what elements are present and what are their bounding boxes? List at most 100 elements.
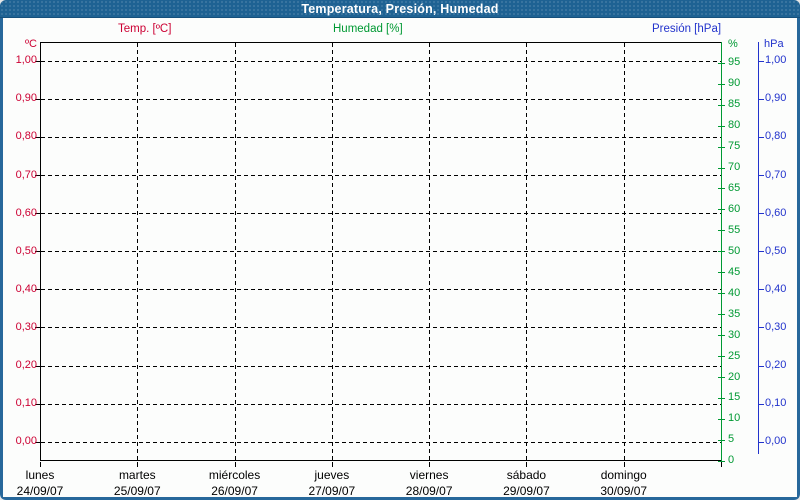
gridline-vertical — [137, 43, 139, 461]
left-axis-tick-label: 0,40 — [15, 282, 37, 295]
pressure-axis-tick-label: 1,00 — [765, 54, 787, 67]
humidity-axis-tick-label: 65 — [728, 181, 741, 194]
pressure-axis-tick — [758, 175, 764, 176]
gridline-vertical — [234, 43, 236, 461]
chart-title: Temperatura, Presión, Humedad — [301, 1, 499, 16]
pressure-axis-tick-label: 0,80 — [765, 130, 787, 143]
humidity-axis-tick-label: 45 — [728, 265, 741, 278]
gridline-horizontal — [41, 403, 721, 405]
x-axis-tick — [720, 462, 722, 467]
humidity-axis-tick-label: 60 — [728, 202, 741, 215]
pressure-axis-tick — [758, 403, 764, 405]
humidity-axis-tick — [718, 125, 725, 127]
pressure-axis-tick-label: 0,10 — [765, 397, 787, 410]
gridline-horizontal — [41, 327, 721, 329]
x-axis-day-label: viernes — [409, 468, 449, 482]
pressure-axis-tick — [758, 136, 764, 138]
title-bar: Temperatura, Presión, Humedad — [0, 0, 800, 18]
humidity-axis-tick-label: 90 — [728, 77, 741, 90]
humidity-axis-tick — [718, 439, 725, 441]
humidity-axis-tick — [718, 209, 725, 211]
gridline-horizontal — [41, 251, 721, 253]
pressure-axis-tick — [758, 327, 764, 329]
humidity-axis-tick-label: 25 — [728, 349, 741, 362]
gridline-vertical — [429, 43, 431, 461]
gridline-vertical — [623, 43, 625, 461]
humidity-axis-tick-label: 55 — [728, 223, 741, 236]
left-axis-tick-label: 0,00 — [15, 435, 37, 448]
pressure-axis-tick-label: 0,60 — [765, 206, 787, 219]
x-axis-tick — [40, 462, 41, 467]
pressure-axis-tick — [758, 365, 764, 367]
x-axis-tick — [331, 462, 333, 467]
humidity-axis-tick-label: 35 — [728, 307, 741, 320]
left-axis-tick-label: 0,20 — [15, 359, 37, 371]
humidity-axis-tick-label: 30 — [728, 328, 741, 341]
gridline-horizontal — [41, 136, 721, 138]
x-axis-day-label: miércoles — [208, 468, 261, 482]
window-border-left — [0, 18, 3, 500]
left-axis-tick-label: 0,30 — [15, 320, 37, 333]
x-axis-date-label: 30/09/07 — [600, 484, 648, 498]
left-axis-unit: ºC — [25, 38, 37, 50]
gridline-horizontal — [41, 441, 721, 443]
left-axis-tick-label: 0,70 — [15, 168, 37, 181]
gridline-horizontal — [41, 60, 721, 62]
gridline-horizontal — [41, 175, 721, 176]
gridline-horizontal — [41, 289, 721, 291]
pressure-axis-tick-label: 0,50 — [765, 244, 787, 257]
humidity-axis-tick-label: 20 — [728, 370, 741, 383]
humidity-axis-tick-label: 40 — [728, 286, 741, 299]
x-axis-date-label: 28/09/07 — [405, 484, 453, 498]
gridline-horizontal — [41, 213, 721, 215]
humidity-axis-tick-label: 50 — [728, 244, 741, 257]
left-axis-tick-label: 0,50 — [15, 244, 37, 257]
pressure-axis-tick — [758, 251, 764, 253]
humidity-axis-tick — [718, 293, 725, 295]
legend-pressure: Presión [hPa] — [652, 23, 722, 35]
humidity-axis-tick-label: 85 — [728, 98, 741, 111]
humidity-axis-tick — [718, 62, 725, 64]
pressure-axis-tick — [758, 98, 764, 100]
humidity-axis-tick — [718, 397, 725, 399]
x-axis-tick — [137, 462, 139, 467]
pressure-axis-tick-label: 0,30 — [765, 320, 787, 333]
humidity-axis-tick — [718, 83, 725, 85]
x-axis-date-label: 26/09/07 — [211, 484, 258, 498]
humidity-axis-tick-label: 70 — [728, 161, 741, 173]
humidity-axis-tick — [718, 314, 725, 316]
humidity-axis-tick — [718, 418, 725, 420]
humidity-axis-tick-label: 75 — [728, 140, 741, 153]
pressure-axis-tick-label: 0,90 — [765, 92, 787, 105]
pressure-axis-tick-label: 0,70 — [765, 168, 787, 181]
pressure-axis-tick — [758, 213, 764, 215]
gridline-horizontal — [41, 365, 721, 367]
x-axis-day-label: sábado — [506, 468, 547, 482]
pressure-axis-tick-label: 0,40 — [765, 282, 787, 295]
pressure-axis-tick — [758, 60, 764, 62]
gridline-vertical — [331, 43, 333, 461]
pressure-axis-tick — [758, 441, 764, 443]
humidity-axis-tick-label: 5 — [728, 433, 735, 446]
humidity-axis-tick — [718, 356, 725, 358]
humidity-axis-tick-label: 0 — [728, 454, 735, 467]
left-axis-tick-label: 1,00 — [15, 54, 37, 67]
humidity-axis-tick — [718, 146, 725, 148]
x-axis-date-label: 24/09/07 — [16, 484, 64, 498]
humidity-axis-tick-label: 15 — [728, 391, 741, 404]
humidity-axis-tick — [718, 335, 725, 337]
x-axis-day-label: martes — [118, 468, 156, 482]
humidity-axis-tick — [718, 188, 725, 190]
pressure-axis-unit: hPa — [764, 38, 784, 50]
legend-temperature: Temp. [ºC] — [118, 23, 172, 35]
left-axis-tick-label: 0,90 — [15, 92, 37, 105]
humidity-axis-tick-label: 80 — [728, 119, 741, 132]
chart-window: Temperatura, Presión, Humedad Temp. [ºC]… — [0, 0, 800, 500]
humidity-axis-tick — [718, 104, 725, 106]
left-axis-tick-label: 0,80 — [15, 130, 37, 143]
humidity-axis-tick — [718, 272, 725, 274]
humidity-axis-unit: % — [728, 38, 738, 50]
pressure-axis-tick-label: 0,00 — [765, 435, 787, 448]
pressure-axis-tick-label: 0,20 — [765, 359, 787, 371]
pressure-axis-line — [758, 42, 759, 454]
